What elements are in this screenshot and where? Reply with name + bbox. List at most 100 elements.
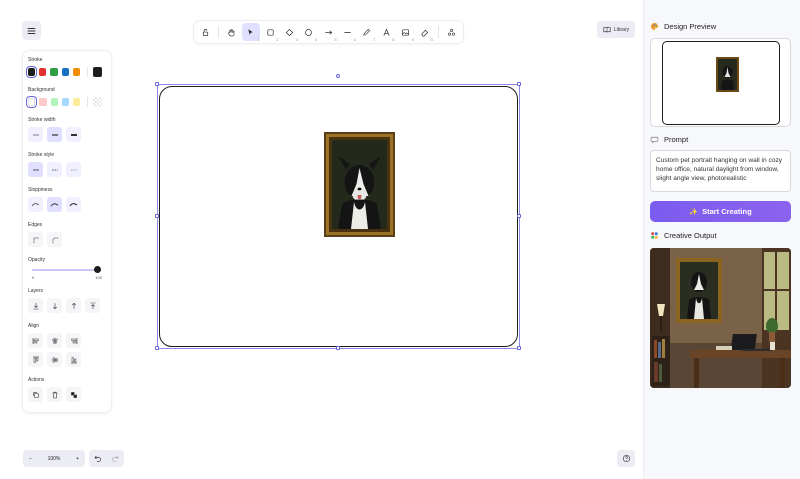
main-menu-button[interactable] — [22, 21, 41, 40]
ai-side-panel: Design Preview Prompt Custom pet portrai… — [643, 0, 800, 479]
background-swatch-yellow[interactable] — [72, 98, 81, 106]
creative-output-image[interactable] — [650, 248, 791, 388]
edges-options — [28, 232, 106, 247]
stroke-width-bold[interactable] — [47, 127, 62, 142]
stroke-current-color[interactable] — [93, 67, 103, 77]
sloppiness-artist[interactable] — [47, 197, 62, 212]
stroke-width-thin[interactable] — [28, 127, 43, 142]
dotted-line-icon — [70, 169, 77, 170]
sloppiness-title: Sloppiness — [28, 187, 53, 193]
stroke-width-title: Stroke width — [28, 117, 56, 123]
background-current-color[interactable] — [93, 97, 103, 107]
align-center-h-button[interactable] — [47, 333, 62, 348]
align-top-button[interactable] — [28, 352, 43, 367]
stroke-style-dashed[interactable] — [47, 162, 62, 177]
bring-to-front-icon — [90, 302, 95, 309]
undo-icon[interactable] — [94, 455, 102, 462]
tool-shortcut: 3 — [295, 37, 298, 42]
tool-shortcut: 5 — [334, 37, 337, 42]
actions-options — [28, 387, 106, 402]
tool-ellipse[interactable]: 4 — [300, 23, 319, 42]
edges-sharp[interactable] — [28, 232, 43, 247]
tool-selection[interactable]: 1 — [241, 23, 261, 42]
delete-button[interactable] — [47, 387, 62, 402]
start-creating-button[interactable]: ✨ Start Creating — [650, 201, 791, 222]
stroke-swatches — [28, 67, 106, 77]
help-icon — [622, 454, 630, 463]
opacity-range-labels: 0 100 — [28, 275, 106, 280]
resize-handle-sw[interactable] — [155, 346, 159, 350]
opacity-knob[interactable] — [94, 266, 101, 273]
sloppiness-architect[interactable] — [28, 197, 43, 212]
stroke-swatch-green[interactable] — [50, 68, 58, 76]
background-swatch-pink[interactable] — [39, 98, 47, 106]
tool-rectangle[interactable]: 2 — [261, 23, 280, 42]
opacity-track — [32, 269, 99, 271]
toolbar-divider — [437, 26, 439, 38]
align-bottom-button[interactable] — [66, 352, 81, 367]
bring-to-front-button[interactable] — [85, 298, 100, 313]
background-swatch-blue[interactable] — [61, 98, 69, 106]
tool-shortcut: 4 — [315, 37, 318, 42]
redo-icon[interactable] — [111, 455, 119, 462]
tool-draw[interactable]: 7 — [357, 23, 376, 42]
tool-text[interactable]: 8 — [377, 23, 396, 42]
eraser-icon — [421, 29, 429, 36]
copy-icon — [32, 391, 39, 398]
rotation-handle[interactable] — [336, 74, 340, 78]
tool-line[interactable]: 6 — [338, 23, 357, 42]
align-center-v-button[interactable] — [47, 352, 62, 367]
library-label: Library — [613, 26, 630, 33]
edges-round[interactable] — [47, 232, 62, 247]
tool-shortcut: 8 — [392, 37, 395, 42]
opacity-slider[interactable] — [28, 266, 106, 273]
tool-more[interactable] — [442, 23, 461, 41]
architect-curve-icon — [31, 202, 40, 206]
align-options-row-2 — [28, 352, 106, 367]
bring-forward-button[interactable] — [66, 298, 81, 313]
chat-bubble-icon — [650, 136, 659, 144]
pet-portrait-image[interactable] — [324, 132, 395, 237]
background-swatch-transparent[interactable] — [28, 98, 36, 106]
bold-line-icon — [51, 133, 58, 136]
tool-lock[interactable] — [196, 23, 215, 41]
stroke-swatch-blue[interactable] — [61, 68, 69, 76]
tool-diamond[interactable]: 3 — [280, 23, 299, 42]
stroke-width-options — [28, 127, 106, 142]
send-to-back-button[interactable] — [28, 298, 43, 313]
resize-handle-se[interactable] — [517, 346, 521, 350]
resize-handle-e[interactable] — [517, 214, 521, 218]
stroke-swatch-black[interactable] — [28, 68, 36, 76]
tool-eraser[interactable]: 0 — [415, 23, 434, 42]
stroke-width-extra-bold[interactable] — [66, 127, 81, 142]
zoom-out-button[interactable]: − — [29, 456, 32, 462]
help-button[interactable] — [617, 450, 635, 467]
prompt-textarea[interactable]: Custom pet portrait hanging on wall in c… — [650, 150, 791, 192]
tool-image[interactable]: 9 — [396, 23, 415, 42]
tool-hand[interactable] — [222, 23, 241, 41]
duplicate-button[interactable] — [28, 387, 43, 402]
send-backward-button[interactable] — [47, 298, 62, 313]
tool-arrow[interactable]: 5 — [319, 23, 338, 42]
dashed-line-icon — [51, 169, 58, 170]
background-swatch-green[interactable] — [50, 98, 58, 106]
link-button[interactable] — [66, 387, 81, 402]
resize-handle-ne[interactable] — [517, 82, 521, 86]
align-right-button[interactable] — [66, 333, 81, 348]
library-button[interactable]: Library — [597, 21, 635, 38]
tool-shortcut: 7 — [372, 37, 376, 42]
resize-handle-nw[interactable] — [155, 82, 159, 86]
zoom-level[interactable]: 100% — [48, 456, 61, 462]
sloppiness-cartoonist[interactable] — [66, 197, 81, 212]
resize-handle-w[interactable] — [155, 214, 159, 218]
sloppiness-options — [28, 197, 106, 212]
stroke-swatch-orange[interactable] — [72, 68, 81, 76]
layers-title: Layers — [28, 288, 44, 294]
stroke-swatch-red[interactable] — [39, 68, 47, 76]
stroke-style-dotted[interactable] — [66, 162, 81, 177]
align-left-button[interactable] — [28, 333, 43, 348]
resize-handle-n[interactable] — [336, 346, 340, 350]
stroke-style-solid[interactable] — [28, 162, 43, 177]
zoom-in-button[interactable]: + — [76, 456, 79, 462]
swatch-divider — [87, 97, 89, 107]
